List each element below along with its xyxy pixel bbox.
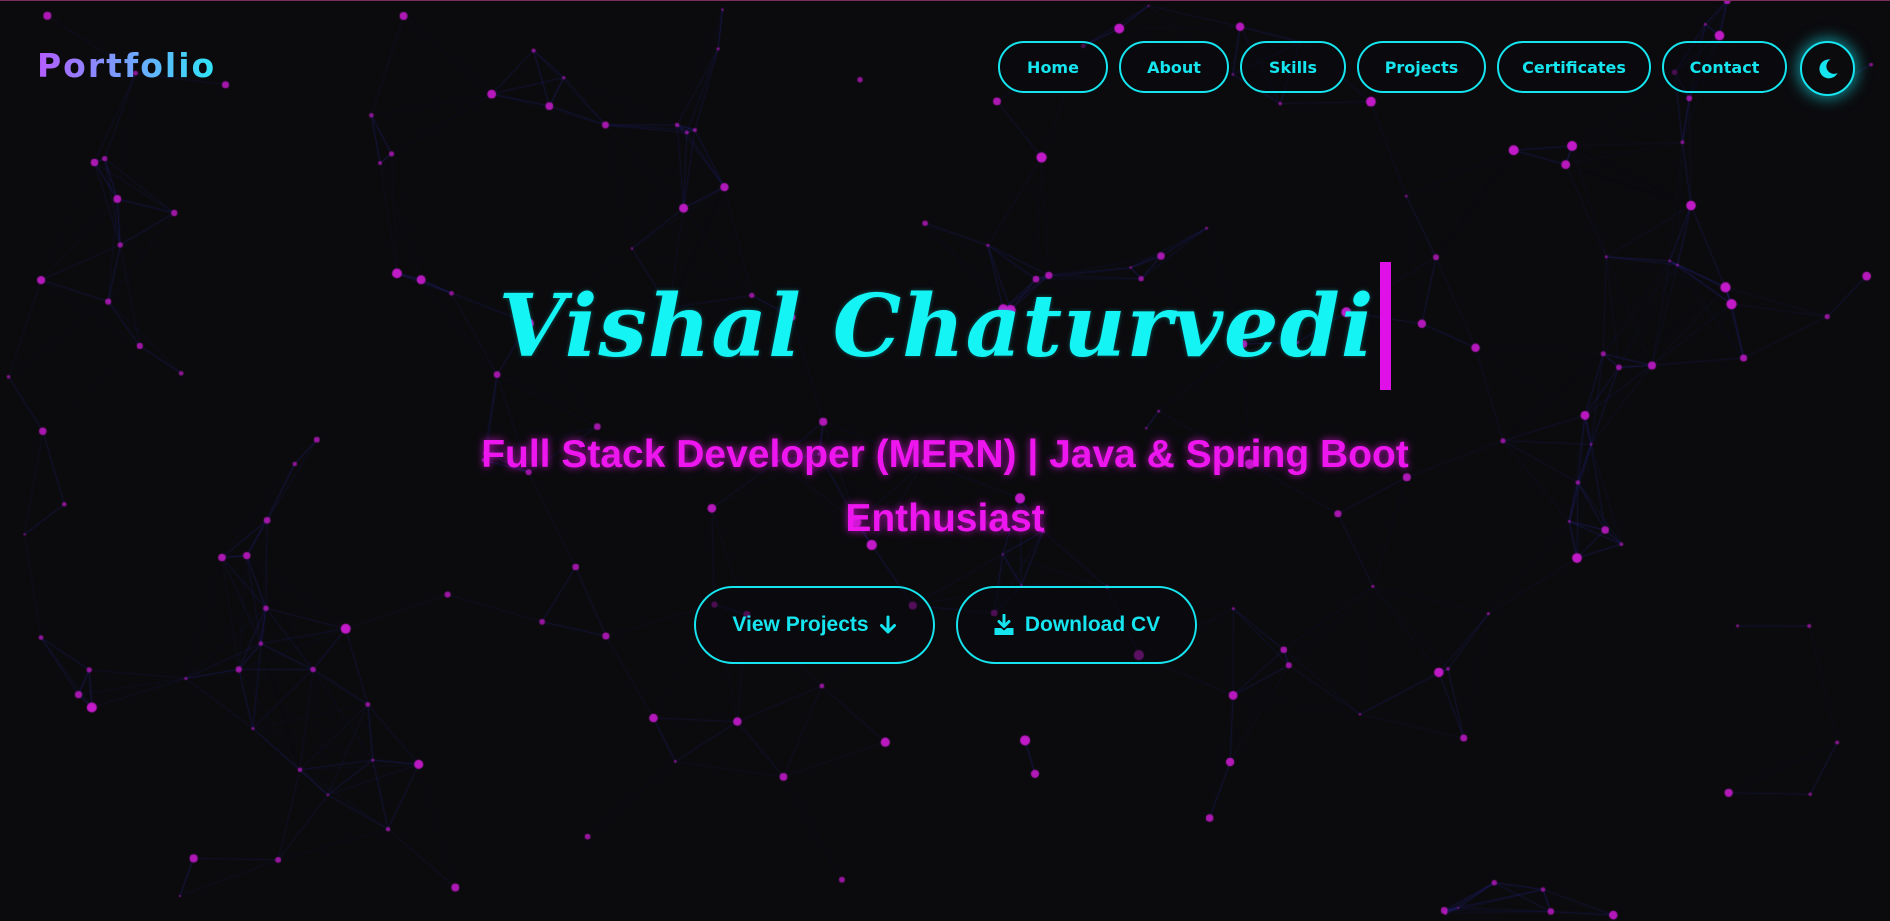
hero-name-text: Vishal Chaturvedi [498,275,1375,377]
view-projects-label: View Projects [732,613,869,636]
download-icon [994,614,1014,635]
download-cv-label: Download CV [1024,613,1161,636]
top-navigation: Home About Skills Projects Certificates … [998,41,1787,93]
nav-projects-button[interactable]: Projects [1357,41,1486,93]
nav-certificates-button[interactable]: Certificates [1497,41,1651,93]
hero-subtitle-line-1: Full Stack Developer (MERN) | Java & Spr… [481,433,1409,476]
theme-toggle-button[interactable] [1800,41,1855,96]
hero-subtitle-line-2: Enthusiast [845,497,1045,540]
arrow-down-icon [879,615,896,634]
view-projects-button[interactable]: View Projects [694,586,935,664]
download-cv-button[interactable]: Download CV [956,586,1197,664]
moon-icon [1818,58,1837,78]
hero-subtitle: Full Stack Developer (MERN) | Java & Spr… [445,423,1445,551]
brand-logo[interactable]: Portfolio [37,46,216,85]
top-border-line [0,0,1890,1]
typing-cursor [1380,262,1392,390]
nav-home-button[interactable]: Home [998,41,1108,93]
nav-about-button[interactable]: About [1119,41,1229,93]
nav-contact-button[interactable]: Contact [1662,41,1787,93]
nav-skills-button[interactable]: Skills [1240,41,1346,93]
hero-name-heading: Vishal Chaturvedi [0,262,1890,390]
